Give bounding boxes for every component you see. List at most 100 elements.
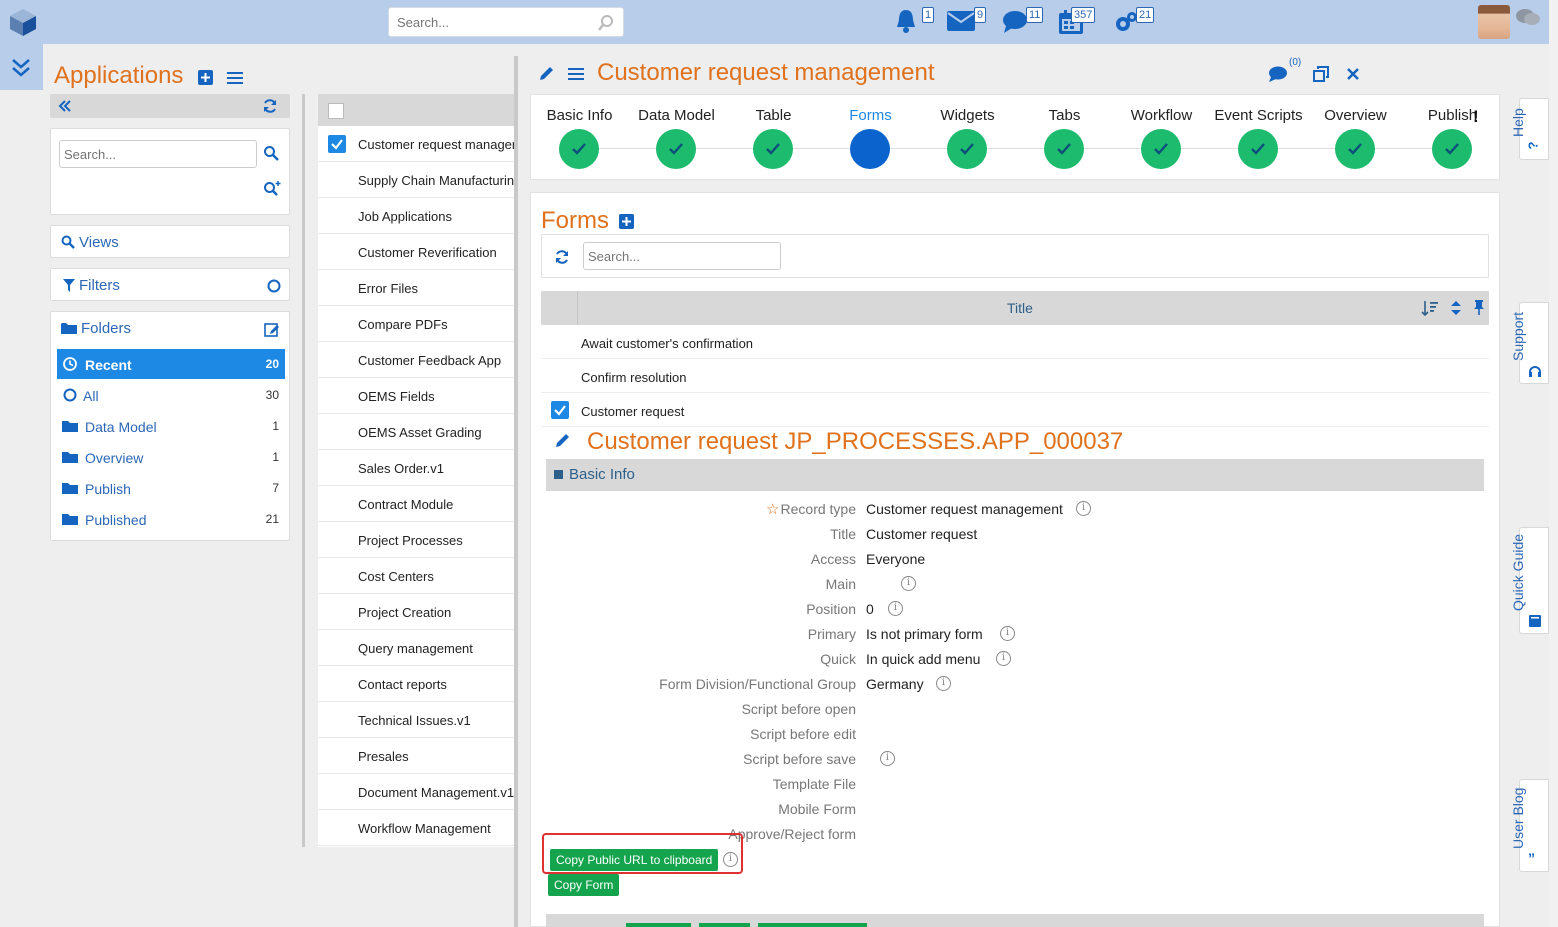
search-icon[interactable] (597, 14, 615, 32)
checked-checkbox[interactable] (328, 135, 346, 153)
step-data-model[interactable]: Data Model (628, 107, 725, 169)
advanced-search-icon[interactable] (263, 180, 281, 196)
info-icon[interactable]: i (723, 852, 738, 867)
quick-guide-side-tab[interactable]: Quick Guide (1510, 527, 1549, 634)
step-widgets[interactable]: Widgets (919, 107, 1016, 169)
panel-resize-handle[interactable] (302, 94, 305, 847)
forms-search-input[interactable] (583, 242, 781, 270)
app-list-item[interactable]: OEMS Asset Grading (318, 414, 514, 450)
step-publish[interactable]: Publish (1404, 107, 1501, 169)
step-event-scripts[interactable]: Event Scripts (1210, 107, 1307, 169)
user-blog-side-tab[interactable]: User Blog ” (1510, 779, 1549, 872)
pin-icon[interactable] (1473, 299, 1485, 316)
step-overview[interactable]: Overview (1307, 107, 1404, 169)
title-column-header[interactable]: Title (1007, 300, 1033, 316)
views-button[interactable]: Views (50, 225, 290, 258)
info-icon[interactable]: i (996, 651, 1011, 666)
applications-menu-icon[interactable] (227, 71, 243, 85)
app-list-item[interactable]: Customer Feedback App (318, 342, 514, 378)
table-row[interactable]: Confirm resolution (541, 359, 1489, 393)
app-list-item[interactable]: Compare PDFs (318, 306, 514, 342)
app-list-item[interactable]: Contract Module (318, 486, 514, 522)
step-workflow[interactable]: Workflow (1113, 107, 1210, 169)
app-list-item[interactable]: Sales Order.v1 (318, 450, 514, 486)
info-icon[interactable]: i (936, 676, 951, 691)
app-list-item[interactable]: Query management (318, 630, 514, 666)
app-logo-icon[interactable] (8, 7, 38, 37)
edit-folders-icon[interactable] (264, 321, 280, 337)
app-list-item[interactable]: Error Files (318, 270, 514, 306)
conversations-icon[interactable] (1515, 8, 1541, 28)
step-tabs[interactable]: Tabs (1016, 107, 1113, 169)
checked-checkbox[interactable] (551, 401, 569, 419)
bottom-action-button[interactable] (758, 923, 867, 927)
support-side-tab[interactable]: Support (1510, 302, 1549, 384)
app-list-item[interactable]: Project Creation (318, 594, 514, 630)
pencil-icon[interactable] (555, 433, 570, 448)
bottom-action-button[interactable] (626, 923, 691, 927)
apps-search-input[interactable] (59, 140, 257, 168)
sort-icon[interactable] (1450, 300, 1462, 316)
app-list-item[interactable]: Document Management.v1 (318, 774, 514, 810)
circle-icon[interactable] (267, 279, 281, 293)
app-list-item[interactable]: Workflow Management (318, 810, 514, 846)
refresh-icon[interactable] (262, 98, 278, 114)
app-list-item[interactable]: OEMS Fields (318, 378, 514, 414)
popout-icon[interactable] (1313, 66, 1329, 82)
folder-publish[interactable]: Publish 7 (57, 473, 285, 503)
comment-icon[interactable] (1268, 66, 1288, 83)
refresh-icon[interactable] (554, 249, 570, 265)
folder-overview[interactable]: Overview 1 (57, 442, 285, 472)
app-list-item[interactable]: Customer request management (318, 126, 514, 162)
folder-published[interactable]: Published 21 (57, 504, 285, 534)
info-icon[interactable]: i (888, 601, 903, 616)
copy-form-button[interactable]: Copy Form (548, 874, 620, 896)
filters-button[interactable]: Filters (50, 268, 290, 301)
app-list-item[interactable]: Technical Issues.v1 (318, 702, 514, 738)
page-scrollbar[interactable] (1549, 0, 1558, 927)
step-basic-info[interactable]: Basic Info (531, 107, 628, 169)
app-name: Compare PDFs (358, 317, 448, 332)
step-table[interactable]: Table (725, 107, 822, 169)
app-list-item[interactable]: Cost Centers (318, 558, 514, 594)
add-application-icon[interactable] (198, 70, 213, 85)
add-form-icon[interactable] (619, 214, 634, 229)
bottom-action-button[interactable] (699, 923, 750, 927)
select-all-checkbox[interactable] (328, 103, 344, 119)
folder-all[interactable]: All 30 (57, 380, 285, 410)
form-title-cell: Await customer's confirmation (581, 336, 754, 351)
app-list-item[interactable]: Contact reports (318, 666, 514, 702)
global-search[interactable] (388, 7, 624, 37)
search-icon[interactable] (263, 145, 279, 161)
collapse-left-icon[interactable] (58, 99, 72, 113)
app-list-item[interactable]: Supply Chain Manufacturing (318, 162, 514, 198)
table-row[interactable]: Await customer's confirmation (541, 325, 1489, 359)
info-icon[interactable]: i (880, 751, 895, 766)
app-list-item[interactable]: Project Processes (318, 522, 514, 558)
folder-recent[interactable]: Recent 20 (57, 349, 285, 379)
user-avatar[interactable] (1478, 5, 1510, 39)
info-icon[interactable]: i (901, 576, 916, 591)
copy-public-url-button[interactable]: Copy Public URL to clipboard (550, 849, 719, 871)
folder-data-model[interactable]: Data Model 1 (57, 411, 285, 441)
folders-box: Folders Recent 20 All 30 Data Model 1 Ov… (50, 311, 290, 541)
main-menu-icon[interactable] (568, 67, 584, 81)
table-row[interactable]: Customer request (541, 393, 1489, 427)
bell-icon[interactable] (893, 7, 919, 35)
mail-icon[interactable] (946, 10, 976, 32)
info-icon[interactable]: i (1000, 626, 1015, 641)
help-side-tab[interactable]: Help ? (1510, 98, 1549, 160)
collapse-panel-button[interactable] (0, 44, 43, 90)
chat-icon[interactable] (1002, 10, 1028, 34)
app-list-item[interactable]: Job Applications (318, 198, 514, 234)
section-header-basic-info[interactable]: Basic Info (546, 459, 1484, 491)
panel-resize-handle[interactable] (514, 56, 518, 927)
step-forms[interactable]: Forms (822, 107, 919, 169)
info-icon[interactable]: i (1076, 501, 1091, 516)
sort-order-icon[interactable] (1421, 299, 1439, 317)
app-list-item[interactable]: Customer Reverification (318, 234, 514, 270)
close-icon[interactable] (1346, 67, 1360, 81)
pencil-icon[interactable] (539, 66, 554, 81)
app-list-item[interactable]: Presales (318, 738, 514, 774)
global-search-input[interactable] (389, 8, 589, 36)
